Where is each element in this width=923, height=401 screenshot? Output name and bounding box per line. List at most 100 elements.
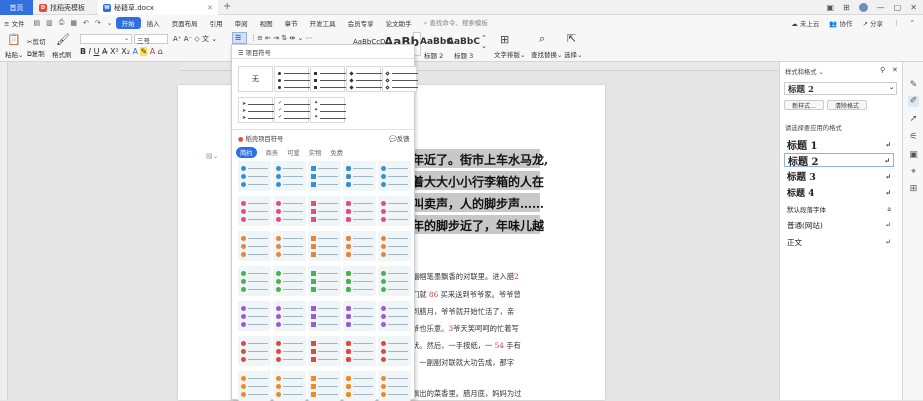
doc-body-line[interactable]: 状。然后，一手按纸，一 54 手有 bbox=[412, 341, 521, 351]
style-pane-icon[interactable]: ✐ bbox=[908, 96, 919, 107]
current-style-field[interactable]: 标题 2 ⌄ bbox=[784, 82, 897, 95]
save-icon[interactable]: ▤ bbox=[31, 19, 44, 27]
bullet-template-option[interactable] bbox=[378, 196, 411, 226]
tab-templates[interactable]: D 找稻壳模板 bbox=[34, 0, 96, 15]
style-heading3-preview[interactable]: AaBbC bbox=[447, 37, 480, 47]
bullet-template-option[interactable] bbox=[308, 336, 341, 366]
bullet-template-option[interactable] bbox=[343, 336, 376, 366]
pane-close-icon[interactable]: ✕ bbox=[892, 66, 898, 74]
more-icon[interactable]: ⌄ bbox=[104, 19, 116, 27]
bullet-template-option[interactable] bbox=[308, 161, 341, 191]
style-heading2[interactable]: 标题 2 ↵ bbox=[784, 153, 894, 168]
doc-line[interactable]: 年近了。街市上车水马龙, bbox=[412, 151, 548, 168]
filter-simple[interactable]: 简约 bbox=[236, 147, 257, 158]
bullet-check-option[interactable]: ✓ ✓ ✓ bbox=[274, 97, 310, 123]
cloud-status[interactable]: ☁ 未上云 bbox=[791, 18, 819, 28]
bullet-template-option[interactable] bbox=[343, 231, 376, 261]
image-icon[interactable]: ▣ bbox=[908, 150, 919, 161]
bullet-template-option[interactable] bbox=[273, 336, 306, 366]
bullet-template-option[interactable] bbox=[273, 161, 306, 191]
tab-document[interactable]: W 秘籍草.docx ✕ bbox=[98, 0, 218, 15]
filter-object[interactable]: 实物 bbox=[309, 148, 322, 157]
doc-body-line[interactable]: 们就 86 买来送到爷爷家。爷爷曾 bbox=[412, 290, 521, 300]
bullet-template-option[interactable] bbox=[308, 266, 341, 296]
bullet-arrow-option[interactable]: ➤ ➤ ➤ bbox=[238, 97, 274, 123]
menu-insert[interactable]: 插入 bbox=[141, 18, 166, 28]
format-brush-icon[interactable]: 🖌 bbox=[56, 33, 70, 46]
style-gallery-more-icon[interactable]: ⌃ ⌄ bbox=[481, 34, 487, 50]
bullet-diamond-option[interactable] bbox=[382, 66, 418, 92]
menu-section[interactable]: 章节 bbox=[279, 18, 304, 28]
bullet-template-option[interactable] bbox=[273, 231, 306, 261]
paragraph-handle-icon[interactable]: ▤⌄ bbox=[206, 152, 218, 160]
feedback-link[interactable]: 💬反馈 bbox=[389, 134, 409, 143]
menu-member[interactable]: 会员专享 bbox=[342, 18, 380, 28]
select-cursor-icon[interactable]: ⇱ bbox=[567, 32, 576, 45]
bullet-none-option[interactable]: 无 bbox=[238, 66, 273, 92]
highlight-color-icon[interactable]: ✎ bbox=[140, 47, 148, 56]
bullet-template-option[interactable] bbox=[343, 161, 376, 191]
bullet-template-option[interactable] bbox=[308, 371, 341, 401]
collapse-ribbon-icon[interactable]: ⌃ bbox=[910, 19, 915, 27]
bullet-template-option[interactable] bbox=[273, 266, 306, 296]
filter-business[interactable]: 商务 bbox=[266, 148, 279, 157]
new-style-button[interactable]: 新样式... bbox=[784, 100, 824, 110]
bullet-template-option[interactable] bbox=[238, 161, 271, 191]
find-replace-button[interactable]: 查找替换⌄ bbox=[531, 49, 562, 59]
preview-icon[interactable]: ▦ bbox=[67, 19, 80, 27]
paste-button[interactable]: 粘贴⌄ bbox=[5, 49, 23, 59]
menu-view[interactable]: 视图 bbox=[254, 18, 279, 28]
menu-developer[interactable]: 开发工具 bbox=[304, 18, 342, 28]
bullet-template-option[interactable] bbox=[308, 231, 341, 261]
style-default-font[interactable]: 默认段落字体 a bbox=[784, 202, 894, 216]
doc-line[interactable]: 着大大小小行李箱的人在 bbox=[412, 173, 544, 190]
close-tab-icon[interactable]: ✕ bbox=[207, 4, 213, 12]
collaborate-button[interactable]: 👥 协作 bbox=[829, 18, 852, 28]
font-grow-icon[interactable]: A⁺ A⁻ ◇ 文 ⌄ bbox=[173, 34, 217, 44]
doc-line[interactable]: 叫卖声，人的脚步声…… bbox=[412, 195, 544, 212]
bold-icon[interactable]: B bbox=[80, 47, 86, 56]
tab-home[interactable]: 首页 bbox=[0, 0, 33, 15]
style-web[interactable]: 普通(网站) ↵ bbox=[784, 218, 894, 232]
location-icon[interactable]: ⌖ bbox=[908, 167, 919, 178]
bullet-template-option[interactable] bbox=[343, 301, 376, 331]
redo-icon[interactable]: ↷ bbox=[92, 19, 104, 27]
paste-icon[interactable]: 📋 bbox=[7, 33, 21, 46]
cut-button[interactable]: ✂剪切 bbox=[27, 36, 45, 46]
bullet-template-option[interactable] bbox=[238, 196, 271, 226]
bullet-list-icon[interactable]: ☰ bbox=[232, 32, 247, 44]
clear-format-button[interactable]: 清除格式 bbox=[827, 100, 867, 110]
bullet-template-option[interactable] bbox=[308, 301, 341, 331]
doc-body-line[interactable]: ，一副副对联就大功告成，那字 bbox=[412, 358, 514, 368]
menu-home[interactable]: 开始 bbox=[115, 16, 141, 29]
format-brush-label[interactable]: 格式刷 bbox=[52, 49, 72, 59]
menu-review[interactable]: 审阅 bbox=[229, 18, 254, 28]
avatar[interactable] bbox=[858, 3, 868, 12]
bullet-template-option[interactable] bbox=[378, 336, 411, 366]
text-layout-icon[interactable]: ⊞ bbox=[500, 33, 509, 46]
bullet-template-option[interactable] bbox=[378, 161, 411, 191]
text-color-icon[interactable]: A bbox=[150, 47, 155, 56]
italic-icon[interactable]: I bbox=[89, 47, 91, 56]
style-normal[interactable]: 正文 ↵ bbox=[784, 235, 894, 249]
bullet-template-option[interactable] bbox=[238, 336, 271, 366]
font-size-select[interactable]: 三号 bbox=[134, 34, 168, 45]
bullet-star-option[interactable]: ✦ ✦ ✦ bbox=[310, 97, 346, 123]
bullet-template-option[interactable] bbox=[273, 196, 306, 226]
doc-body-line[interactable]: 到腊月，爷爷就开始忙活了，亲 bbox=[412, 307, 514, 317]
menu-references[interactable]: 引用 bbox=[204, 18, 229, 28]
bullet-diamond-cluster-option[interactable] bbox=[346, 66, 382, 92]
bullet-template-option[interactable] bbox=[238, 231, 271, 261]
bullet-filled-circle-option[interactable] bbox=[274, 66, 310, 92]
maximize-icon[interactable]: ▢ bbox=[894, 3, 902, 12]
undo-icon[interactable]: ↶ bbox=[80, 19, 92, 27]
bullet-template-option[interactable] bbox=[378, 266, 411, 296]
bullet-template-option[interactable] bbox=[378, 231, 411, 261]
open-icon[interactable]: ▥ bbox=[43, 19, 56, 27]
style-heading3[interactable]: 标题 3 ↵ bbox=[784, 169, 894, 184]
doc-body-line[interactable]: 飘出的菜香里。腊月底，妈妈为过 bbox=[412, 389, 521, 399]
underline-icon[interactable]: U bbox=[94, 47, 100, 56]
filter-free[interactable]: 免费 bbox=[330, 148, 343, 157]
menu-page-layout[interactable]: 页面布局 bbox=[166, 18, 204, 28]
adjust-icon[interactable]: ⚟ bbox=[908, 132, 919, 143]
